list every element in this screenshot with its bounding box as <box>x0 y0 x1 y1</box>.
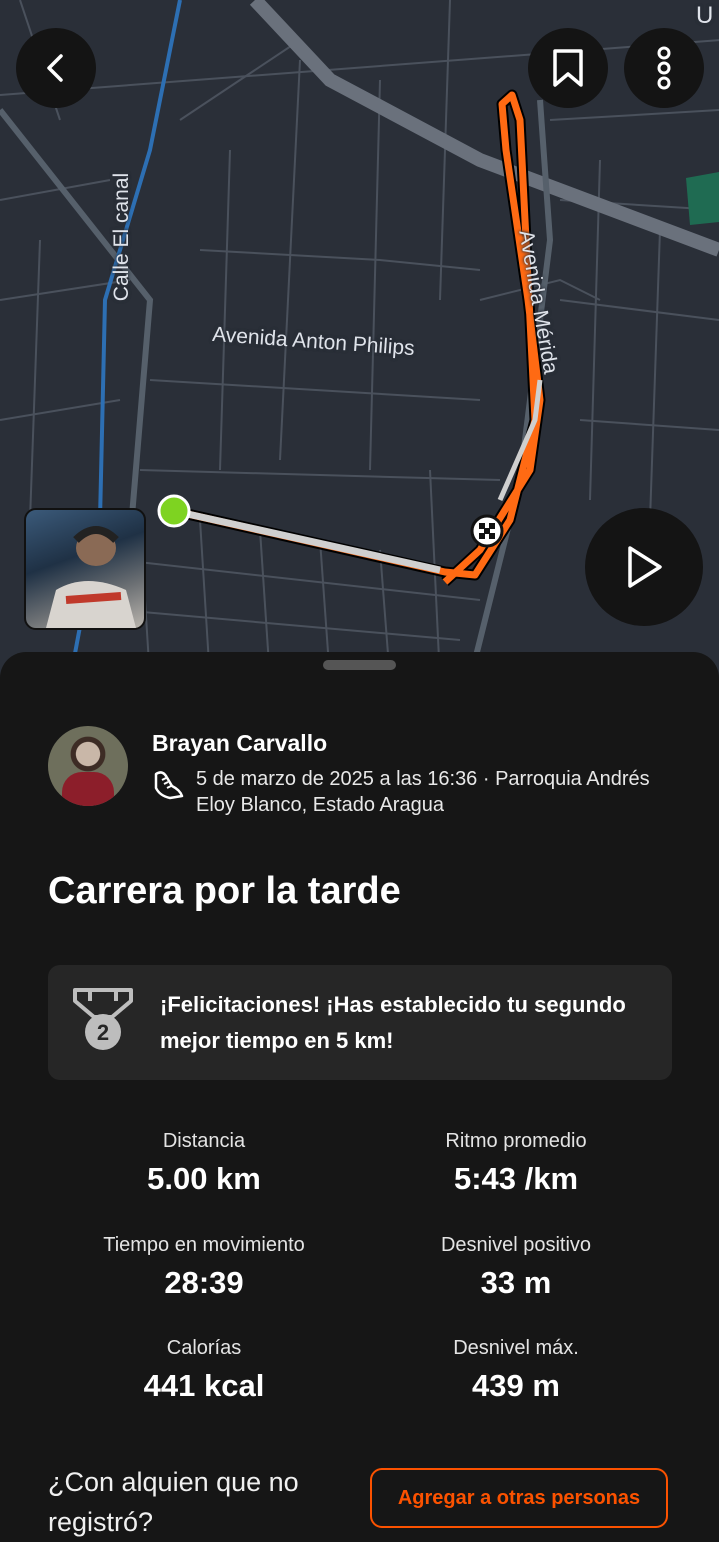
photo-image <box>46 526 136 628</box>
activity-date-location: 5 de marzo de 2025 a las 16:36 · Parroqu… <box>196 768 650 816</box>
running-shoe-icon <box>154 771 184 800</box>
stat-label: Distancia <box>162 1130 246 1152</box>
stat-value: 5.00 km <box>147 1161 261 1196</box>
stat-label: Desnivel positivo <box>440 1234 592 1256</box>
stat-label: Calorías <box>166 1337 242 1359</box>
play-flyover-button[interactable] <box>585 508 703 626</box>
add-other-people-button[interactable]: Agregar a otras personas <box>370 1468 668 1528</box>
stat-average-pace: Ritmo promedio 5:43 /km <box>356 1130 676 1197</box>
athlete-name[interactable]: Brayan Carvallo <box>152 730 327 757</box>
bookmark-icon <box>553 49 583 87</box>
play-icon <box>628 546 662 588</box>
more-options-button[interactable] <box>624 28 704 108</box>
stat-distance: Distancia 5.00 km <box>44 1130 364 1197</box>
start-marker <box>157 494 191 528</box>
athlete-avatar[interactable] <box>48 726 128 806</box>
stat-value: 5:43 /km <box>453 1161 579 1196</box>
achievement-text: ¡Felicitaciones! ¡Has establecido tu seg… <box>160 992 626 1053</box>
add-others-prompt: ¿Con alquien que no registró? <box>48 1467 299 1537</box>
stat-moving-time: Tiempo en movimiento 28:39 <box>44 1234 364 1301</box>
stat-value: 439 m <box>472 1368 560 1403</box>
activity-title: Carrera por la tarde <box>48 870 401 912</box>
stat-value: 28:39 <box>164 1265 244 1300</box>
activity-photo-thumbnail[interactable] <box>24 508 146 630</box>
medal-rank: 2 <box>97 1020 109 1045</box>
chevron-left-icon <box>47 54 63 82</box>
sheet-drag-handle[interactable] <box>323 660 396 670</box>
stat-label: Ritmo promedio <box>445 1130 587 1152</box>
stat-calories: Calorías 441 kcal <box>44 1337 364 1404</box>
finish-flag-icon <box>470 514 504 548</box>
stat-elevation-gain: Desnivel positivo 33 m <box>356 1234 676 1301</box>
map-corner-letter: U <box>696 2 714 29</box>
stat-max-elevation: Desnivel máx. 439 m <box>356 1337 676 1404</box>
street-label-calle-el-canal: Calle El canal <box>110 172 134 302</box>
back-button[interactable] <box>16 28 96 108</box>
bookmark-button[interactable] <box>528 28 608 108</box>
stat-value: 441 kcal <box>143 1368 265 1403</box>
stat-value: 33 m <box>480 1265 552 1300</box>
medal-2-icon: 2 <box>73 988 133 1050</box>
route-map[interactable]: Calle El canal Avenida Anton Philips Ave… <box>0 0 719 680</box>
stat-label: Desnivel máx. <box>453 1337 579 1359</box>
activity-details-sheet[interactable]: Brayan Carvallo 5 de marzo de 2025 a las… <box>0 652 719 1542</box>
more-vertical-icon <box>657 46 671 90</box>
achievement-banner[interactable]: 2 ¡Felicitaciones! ¡Has establecido tu s… <box>48 965 672 1080</box>
stat-label: Tiempo en movimiento <box>103 1234 305 1256</box>
